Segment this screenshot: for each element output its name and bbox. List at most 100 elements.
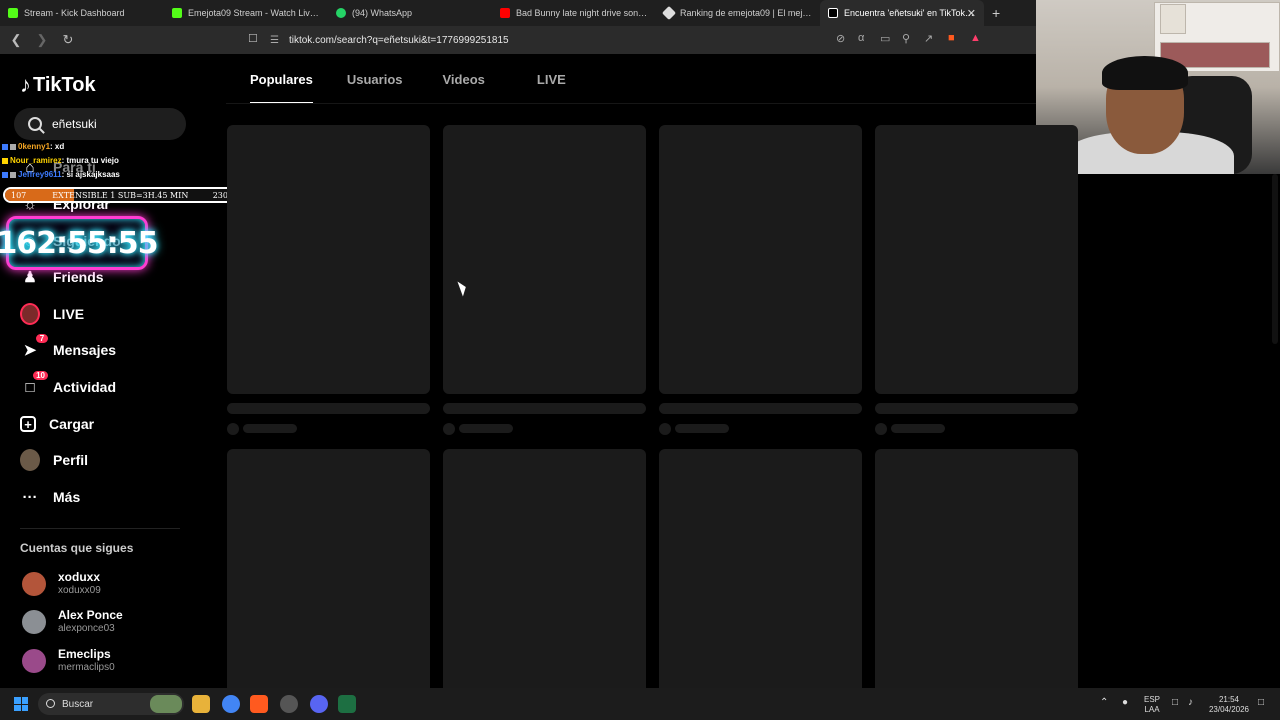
badge-icon (2, 143, 8, 150)
file-explorer-icon[interactable] (192, 695, 210, 713)
chat-message: Nour_ramirez: tmura tu viejo (2, 156, 119, 165)
no-tracking-icon[interactable]: ⊘ (836, 32, 845, 45)
nav-item-actividad[interactable]: □ 10 Actividad (20, 371, 190, 402)
notifications-icon[interactable]: □ (1258, 698, 1264, 708)
video-card-skeleton[interactable] (443, 449, 646, 688)
avatar-skeleton (875, 423, 887, 435)
video-card-skeleton[interactable] (875, 125, 1078, 394)
translate-icon[interactable]: α (858, 32, 864, 44)
rewards-icon[interactable]: ▲ (970, 32, 981, 44)
badge-icon (10, 171, 16, 178)
tab-live[interactable]: LIVE (537, 54, 566, 104)
badge-icon (10, 143, 16, 150)
windows-start-icon[interactable] (14, 697, 28, 711)
browser-tab[interactable]: Emejota09 Stream - Watch Live o (164, 0, 328, 26)
close-tab-icon[interactable]: ✕ (967, 7, 976, 20)
messages-badge: 7 (36, 334, 48, 343)
new-tab-button[interactable]: + (984, 5, 1008, 21)
following-title: Cuentas que sigues (20, 541, 134, 555)
author-skeleton (675, 424, 729, 433)
sub-goal-left: 107 (11, 190, 27, 200)
youtube-icon (500, 8, 510, 18)
nav-item-mas[interactable]: ··· Más (20, 482, 190, 512)
search-input[interactable]: eñetsuki (14, 108, 186, 140)
avatar-skeleton (659, 423, 671, 435)
cast-icon[interactable]: ▭ (880, 32, 890, 45)
search-highlight-icon[interactable] (150, 695, 182, 713)
video-card-skeleton[interactable] (443, 125, 646, 394)
share-icon[interactable]: ↗ (924, 32, 933, 45)
app-icon[interactable] (280, 695, 298, 713)
excel-icon[interactable] (338, 695, 356, 713)
zoom-icon[interactable]: ⚲ (902, 32, 910, 45)
tab-populares[interactable]: Populares (250, 54, 313, 104)
whatsapp-icon (336, 8, 346, 18)
kick-icon (8, 8, 18, 18)
chrome-icon[interactable] (222, 695, 240, 713)
brave-shield-icon[interactable]: ■ (948, 32, 955, 44)
avatar (22, 610, 46, 634)
tab-videos[interactable]: Videos (443, 54, 485, 104)
poster (1160, 4, 1186, 34)
browser-tab[interactable]: (94) WhatsApp (328, 0, 492, 26)
avatar (22, 649, 46, 673)
tray-expand-icon[interactable]: ⌃ (1100, 698, 1108, 708)
nav-item-perfil[interactable]: Perfil (20, 445, 190, 475)
bookmark-icon[interactable]: ☐ (248, 32, 258, 45)
tab-usuarios[interactable]: Usuarios (347, 54, 403, 104)
reload-icon[interactable]: ↻ (58, 30, 78, 50)
title-skeleton (443, 403, 646, 414)
following-account[interactable]: xoduxx xoduxx09 (22, 570, 192, 600)
search-tabs: Populares Usuarios Videos LIVE (250, 54, 600, 104)
brave-icon[interactable] (250, 695, 268, 713)
windows-taskbar: Buscar ⌃ ● ESP LAA □ ♪ 21:54 23/04/2026 □ (0, 688, 1280, 720)
volume-icon[interactable]: ♪ (1188, 698, 1193, 708)
avatar (22, 572, 46, 596)
badge-icon (2, 171, 8, 178)
video-card-skeleton[interactable] (659, 125, 862, 394)
browser-tab[interactable]: Ranking de emejota09 | El mejor sof (656, 0, 820, 26)
video-card-skeleton[interactable] (227, 125, 430, 394)
author-skeleton (243, 424, 297, 433)
activity-icon: □ 10 (20, 371, 48, 397)
browser-tab[interactable]: Bad Bunny late night drive songs - Yo (492, 0, 656, 26)
tabs-divider (226, 103, 1036, 104)
messages-icon: ➤ 7 (20, 334, 48, 360)
tiktok-logo[interactable]: ♪ TikTok (20, 72, 96, 98)
language-indicator[interactable]: ESP LAA (1144, 695, 1160, 715)
site-info-icon[interactable]: ☰ (270, 35, 279, 46)
kick-icon (172, 8, 182, 18)
friends-icon: ♟ (23, 269, 37, 286)
video-card-skeleton[interactable] (875, 449, 1078, 688)
profile-icon (20, 449, 40, 471)
page-scrollbar[interactable] (1272, 174, 1278, 344)
url-text: tiktok.com/search?q=eñetsuki&t=177699925… (288, 34, 509, 46)
avatar-skeleton (227, 423, 239, 435)
title-skeleton (659, 403, 862, 414)
following-account[interactable]: Emeclips mermaclips0 (22, 647, 192, 677)
nav-item-cargar[interactable]: + Cargar (20, 409, 190, 439)
video-card-skeleton[interactable] (227, 449, 430, 688)
live-icon (20, 303, 40, 325)
badge-icon (2, 157, 8, 164)
discord-icon[interactable] (310, 695, 328, 713)
upload-icon: + (20, 416, 36, 432)
network-icon[interactable]: □ (1172, 698, 1178, 708)
browser-tab-active[interactable]: Encuentra 'eñetsuki' en TikTok | T ✕ (820, 0, 984, 26)
back-icon[interactable]: ❮ (6, 30, 26, 50)
person-hair (1102, 56, 1188, 90)
divider (20, 528, 180, 529)
clock[interactable]: 21:54 23/04/2026 (1204, 695, 1254, 715)
activity-badge: 10 (33, 371, 48, 380)
microphone-icon[interactable]: ● (1122, 698, 1128, 708)
nav-item-mensajes[interactable]: ➤ 7 Mensajes (20, 334, 190, 365)
forward-icon[interactable]: ❯ (32, 30, 52, 50)
sub-goal-text: EXTENSIBLE 1 SUB=3H.45 MIN (52, 190, 189, 200)
following-account[interactable]: Alex Ponce alexponce03 (22, 608, 192, 638)
chat-message: Jeffrey9611: si ajskajksaas (2, 170, 120, 179)
avatar-skeleton (443, 423, 455, 435)
video-card-skeleton[interactable] (659, 449, 862, 688)
browser-tab[interactable]: Stream - Kick Dashboard (0, 0, 164, 26)
chat-message: 0kenny1: xd (2, 142, 64, 151)
nav-item-live[interactable]: LIVE (20, 299, 190, 329)
